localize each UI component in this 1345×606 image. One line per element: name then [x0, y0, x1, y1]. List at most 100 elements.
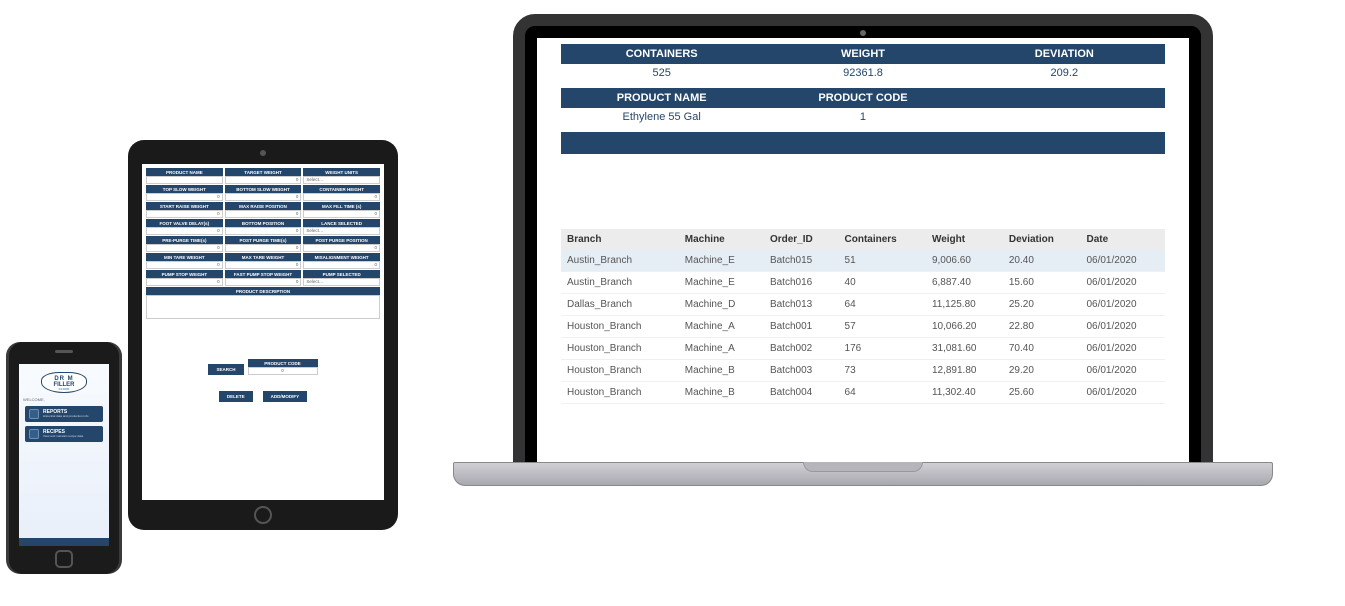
table-cell: 12,891.80 — [926, 360, 1003, 382]
table-cell: 6,887.40 — [926, 272, 1003, 294]
table-row[interactable]: Austin_BranchMachine_EBatch015519,006.60… — [561, 250, 1165, 272]
table-cell: 57 — [839, 316, 926, 338]
table-row[interactable]: Austin_BranchMachine_EBatch016406,887.40… — [561, 272, 1165, 294]
logo-line3: CLOUD — [42, 388, 86, 391]
number-input[interactable] — [146, 176, 223, 184]
table-cell: 06/01/2020 — [1080, 316, 1165, 338]
menu-item-reports[interactable]: REPORTSHistorical data and production in… — [25, 406, 103, 422]
table-cell: 9,006.60 — [926, 250, 1003, 272]
product-description-label: PRODUCT DESCRIPTION — [146, 287, 380, 295]
menu-item-recipes[interactable]: RECIPESView and maintain recipe data — [25, 426, 103, 442]
table-cell: 11,125.80 — [926, 294, 1003, 316]
field-label: MAX TARE WEIGHT — [225, 253, 302, 261]
table-cell: Batch004 — [764, 382, 839, 404]
col-containers[interactable]: Containers — [839, 229, 926, 250]
laptop-bezel: CONTAINERS WEIGHT DEVIATION 525 92361.8 … — [513, 14, 1213, 474]
phone-home-button[interactable] — [55, 550, 73, 568]
product-value-name: Ethylene 55 Gal — [561, 108, 762, 126]
table-cell: 70.40 — [1003, 338, 1081, 360]
number-input[interactable]: 0 — [303, 193, 380, 201]
number-input[interactable]: 0 — [225, 261, 302, 269]
table-row[interactable]: Houston_BranchMachine_BBatch0037312,891.… — [561, 360, 1165, 382]
col-machine[interactable]: Machine — [679, 229, 764, 250]
table-cell: 11,302.40 — [926, 382, 1003, 404]
table-row[interactable]: Dallas_BranchMachine_DBatch0136411,125.8… — [561, 294, 1165, 316]
field-label: WEIGHT UNITS — [303, 168, 380, 176]
field-label: BOTTOM POSITION — [225, 219, 302, 227]
product-description-input[interactable] — [146, 295, 380, 319]
table-cell: 22.80 — [1003, 316, 1081, 338]
summary-value-containers: 525 — [561, 64, 762, 82]
number-input[interactable]: 0 — [225, 244, 302, 252]
menu-item-subtitle: View and maintain recipe data — [43, 435, 83, 438]
table-cell: Machine_B — [679, 382, 764, 404]
table-row[interactable]: Houston_BranchMachine_ABatch0015710,066.… — [561, 316, 1165, 338]
field-label: LANCE SELECTED — [303, 219, 380, 227]
tablet-camera-icon — [260, 150, 266, 156]
number-input[interactable]: 0 — [225, 193, 302, 201]
number-input[interactable]: 0 — [303, 244, 380, 252]
col-branch[interactable]: Branch — [561, 229, 679, 250]
select-input[interactable]: Select… — [303, 278, 380, 286]
table-cell: Machine_A — [679, 316, 764, 338]
number-input[interactable]: 0 — [303, 210, 380, 218]
table-cell: 06/01/2020 — [1080, 294, 1165, 316]
menu-item-subtitle: Historical data and production info — [43, 415, 88, 418]
table-cell: 31,081.60 — [926, 338, 1003, 360]
number-input[interactable]: 0 — [225, 176, 302, 184]
field-label: TARGET WEIGHT — [225, 168, 302, 176]
product-value-row: Ethylene 55 Gal 1 — [561, 108, 1165, 126]
select-input[interactable]: Select… — [303, 176, 380, 184]
table-cell: 06/01/2020 — [1080, 272, 1165, 294]
table-cell: Batch001 — [764, 316, 839, 338]
table-cell: Machine_E — [679, 272, 764, 294]
col-date[interactable]: Date — [1080, 229, 1165, 250]
table-cell: Dallas_Branch — [561, 294, 679, 316]
tablet-home-button[interactable] — [254, 506, 272, 524]
field-label: MAX FILL TIME (s) — [303, 202, 380, 210]
table-cell: Houston_Branch — [561, 382, 679, 404]
field-label: PUMP SELECTED — [303, 270, 380, 278]
number-input[interactable]: 0 — [146, 244, 223, 252]
number-input[interactable]: 0 — [225, 210, 302, 218]
number-input[interactable]: 0 — [225, 227, 302, 235]
welcome-text: WELCOME, — [19, 397, 109, 402]
table-cell: 40 — [839, 272, 926, 294]
field-label: POST PURGE TIME(s) — [225, 236, 302, 244]
product-code-input[interactable]: 0 — [248, 367, 318, 375]
number-input[interactable]: 0 — [146, 210, 223, 218]
table-row[interactable]: Houston_BranchMachine_BBatch0046411,302.… — [561, 382, 1165, 404]
summary-value-weight: 92361.8 — [762, 64, 963, 82]
number-input[interactable]: 0 — [146, 278, 223, 286]
table-cell: 10,066.20 — [926, 316, 1003, 338]
field-label: TOP SLOW WEIGHT — [146, 185, 223, 193]
number-input[interactable]: 0 — [146, 261, 223, 269]
table-cell: 20.40 — [1003, 250, 1081, 272]
select-input[interactable]: Select… — [303, 227, 380, 235]
table-cell: Batch003 — [764, 360, 839, 382]
field-label: POST PURGE POSITION — [303, 236, 380, 244]
laptop-screen: CONTAINERS WEIGHT DEVIATION 525 92361.8 … — [537, 38, 1189, 462]
number-input[interactable]: 0 — [146, 193, 223, 201]
report-table[interactable]: Branch Machine Order_ID Containers Weigh… — [561, 229, 1165, 404]
table-cell: 73 — [839, 360, 926, 382]
summary-value-deviation: 209.2 — [964, 64, 1165, 82]
number-input[interactable]: 0 — [225, 278, 302, 286]
col-deviation[interactable]: Deviation — [1003, 229, 1081, 250]
table-cell: Houston_Branch — [561, 316, 679, 338]
search-button[interactable]: SEARCH — [208, 364, 243, 375]
number-input[interactable]: 0 — [146, 227, 223, 235]
add-modify-button[interactable]: ADD/MODIFY — [263, 391, 308, 402]
col-weight[interactable]: Weight — [926, 229, 1003, 250]
number-input[interactable]: 0 — [303, 261, 380, 269]
field-label: START RAISE WEIGHT — [146, 202, 223, 210]
table-cell: Machine_A — [679, 338, 764, 360]
delete-button[interactable]: DELETE — [219, 391, 253, 402]
phone-body: DR M FILLER CLOUD WELCOME, REPORTSHistor… — [9, 342, 119, 574]
table-cell: 25.20 — [1003, 294, 1081, 316]
product-header-row: PRODUCT NAME PRODUCT CODE — [561, 88, 1165, 108]
table-row[interactable]: Houston_BranchMachine_ABatch00217631,081… — [561, 338, 1165, 360]
product-header-blank — [964, 88, 1165, 108]
phone-screen: DR M FILLER CLOUD WELCOME, REPORTSHistor… — [19, 364, 109, 546]
col-order-id[interactable]: Order_ID — [764, 229, 839, 250]
